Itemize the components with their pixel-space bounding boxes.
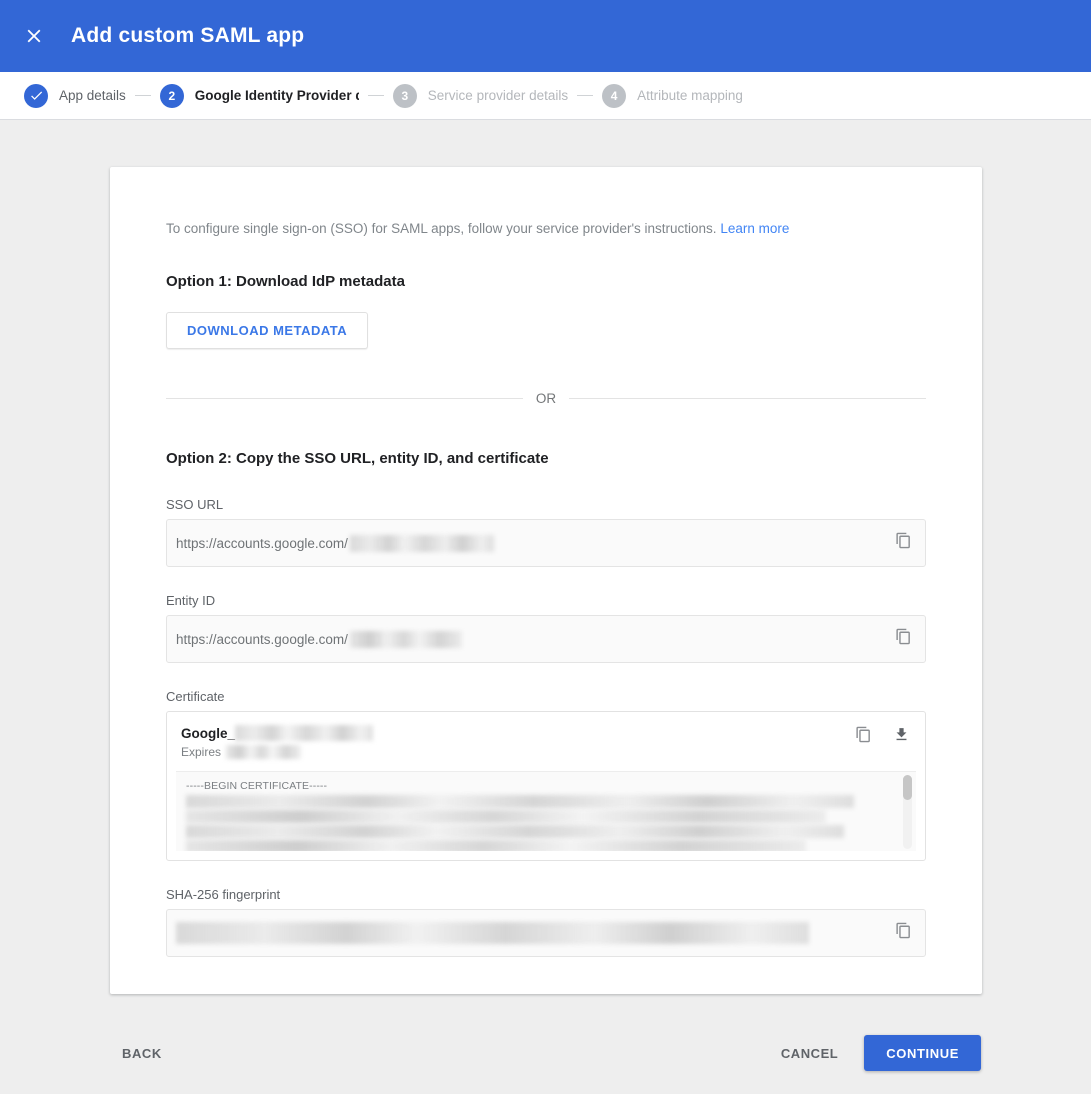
entity-id-value: https://accounts.google.com/ <box>176 630 462 648</box>
entity-id-redacted-value <box>349 630 462 648</box>
content-area: To configure single sign-on (SSO) for SA… <box>0 120 1091 1093</box>
step-google-identity-provider-details[interactable]: 2 Google Identity Provider details <box>159 83 359 108</box>
step-3-label: Service provider details <box>427 88 569 103</box>
step-service-provider-details[interactable]: 3 Service provider details <box>392 83 569 108</box>
certificate-name: Google_ <box>181 725 911 741</box>
sha256-fingerprint-copy-button[interactable] <box>893 922 913 944</box>
certificate-redacted-content <box>186 795 894 851</box>
step-separator-1 <box>134 95 151 96</box>
certificate-expires-label: Expires <box>181 745 222 759</box>
continue-button[interactable]: CONTINUE <box>864 1035 981 1071</box>
sso-url-redacted-value <box>349 534 494 552</box>
certificate-actions <box>853 726 911 748</box>
divider-line-left <box>166 398 523 399</box>
certificate-name-prefix: Google_ <box>181 725 236 741</box>
divider-label: OR <box>535 391 557 406</box>
step-1-circle <box>24 83 48 108</box>
step-4-circle: 4 <box>602 83 627 108</box>
certificate-begin-line: -----BEGIN CERTIFICATE----- <box>186 780 328 792</box>
step-3-circle: 3 <box>392 83 417 108</box>
footer-right-actions: CANCEL CONTINUE <box>769 1035 981 1071</box>
or-divider: OR <box>166 391 926 406</box>
page-title: Add custom SAML app <box>71 24 305 47</box>
sso-url-label: SSO URL <box>166 497 224 512</box>
entity-id-label: Entity ID <box>166 593 216 608</box>
certificate-box: Google_ Expires -----BEGIN CERTIFICATE--… <box>166 711 926 861</box>
sso-url-value: https://accounts.google.com/ <box>176 534 494 552</box>
divider-line-right <box>569 398 926 399</box>
certificate-copy-button[interactable] <box>853 726 873 748</box>
certificate-expires: Expires <box>181 745 911 759</box>
entity-id-copy-button[interactable] <box>893 628 913 650</box>
step-1-label: App details <box>59 88 126 103</box>
step-app-details[interactable]: App details <box>24 83 126 108</box>
close-icon <box>23 25 45 47</box>
certificate-scrollbar[interactable] <box>903 775 912 849</box>
download-icon <box>893 726 910 748</box>
close-button[interactable] <box>20 22 48 50</box>
cancel-button[interactable]: CANCEL <box>769 1036 850 1071</box>
copy-icon <box>895 532 912 554</box>
certificate-expires-redacted <box>226 745 302 759</box>
step-separator-3 <box>577 95 594 96</box>
copy-icon <box>855 726 872 748</box>
learn-more-link[interactable]: Learn more <box>720 221 789 236</box>
option-1-heading: Option 1: Download IdP metadata <box>166 273 405 290</box>
certificate-download-button[interactable] <box>891 727 911 747</box>
step-2-label: Google Identity Provider details <box>194 88 359 103</box>
download-metadata-button[interactable]: DOWNLOAD METADATA <box>166 312 369 349</box>
sha256-fingerprint-label: SHA-256 fingerprint <box>166 887 281 902</box>
certificate-scrollbar-thumb[interactable] <box>903 775 912 800</box>
check-icon <box>29 88 44 103</box>
intro-text: To configure single sign-on (SSO) for SA… <box>166 167 926 238</box>
copy-icon <box>895 922 912 944</box>
option-2-heading: Option 2: Copy the SSO URL, entity ID, a… <box>166 450 549 467</box>
copy-icon <box>895 628 912 650</box>
step-attribute-mapping[interactable]: 4 Attribute mapping <box>602 83 743 108</box>
entity-id-field[interactable]: https://accounts.google.com/ <box>166 615 926 663</box>
back-button[interactable]: BACK <box>110 1036 174 1071</box>
step-2-circle: 2 <box>159 83 184 108</box>
certificate-header: Google_ Expires <box>167 712 925 771</box>
step-separator-2 <box>367 95 384 96</box>
sso-url-prefix: https://accounts.google.com/ <box>176 535 348 551</box>
entity-id-prefix: https://accounts.google.com/ <box>176 631 348 647</box>
wizard-footer: BACK CANCEL CONTINUE <box>0 1018 1091 1088</box>
sso-url-copy-button[interactable] <box>893 532 913 554</box>
certificate-label: Certificate <box>166 689 225 704</box>
saml-config-card: To configure single sign-on (SSO) for SA… <box>110 167 982 994</box>
intro-sentence: To configure single sign-on (SSO) for SA… <box>166 221 717 236</box>
stepper: App details 2 Google Identity Provider d… <box>0 72 1091 120</box>
certificate-name-redacted <box>235 725 374 741</box>
certificate-body[interactable]: -----BEGIN CERTIFICATE----- <box>176 771 916 851</box>
app-bar: Add custom SAML app <box>0 0 1091 72</box>
step-4-label: Attribute mapping <box>637 88 743 103</box>
sha256-fingerprint-field[interactable] <box>166 909 926 957</box>
sso-url-field[interactable]: https://accounts.google.com/ <box>166 519 926 567</box>
sha256-fingerprint-redacted <box>176 922 809 944</box>
sha256-fingerprint-value <box>176 922 809 944</box>
